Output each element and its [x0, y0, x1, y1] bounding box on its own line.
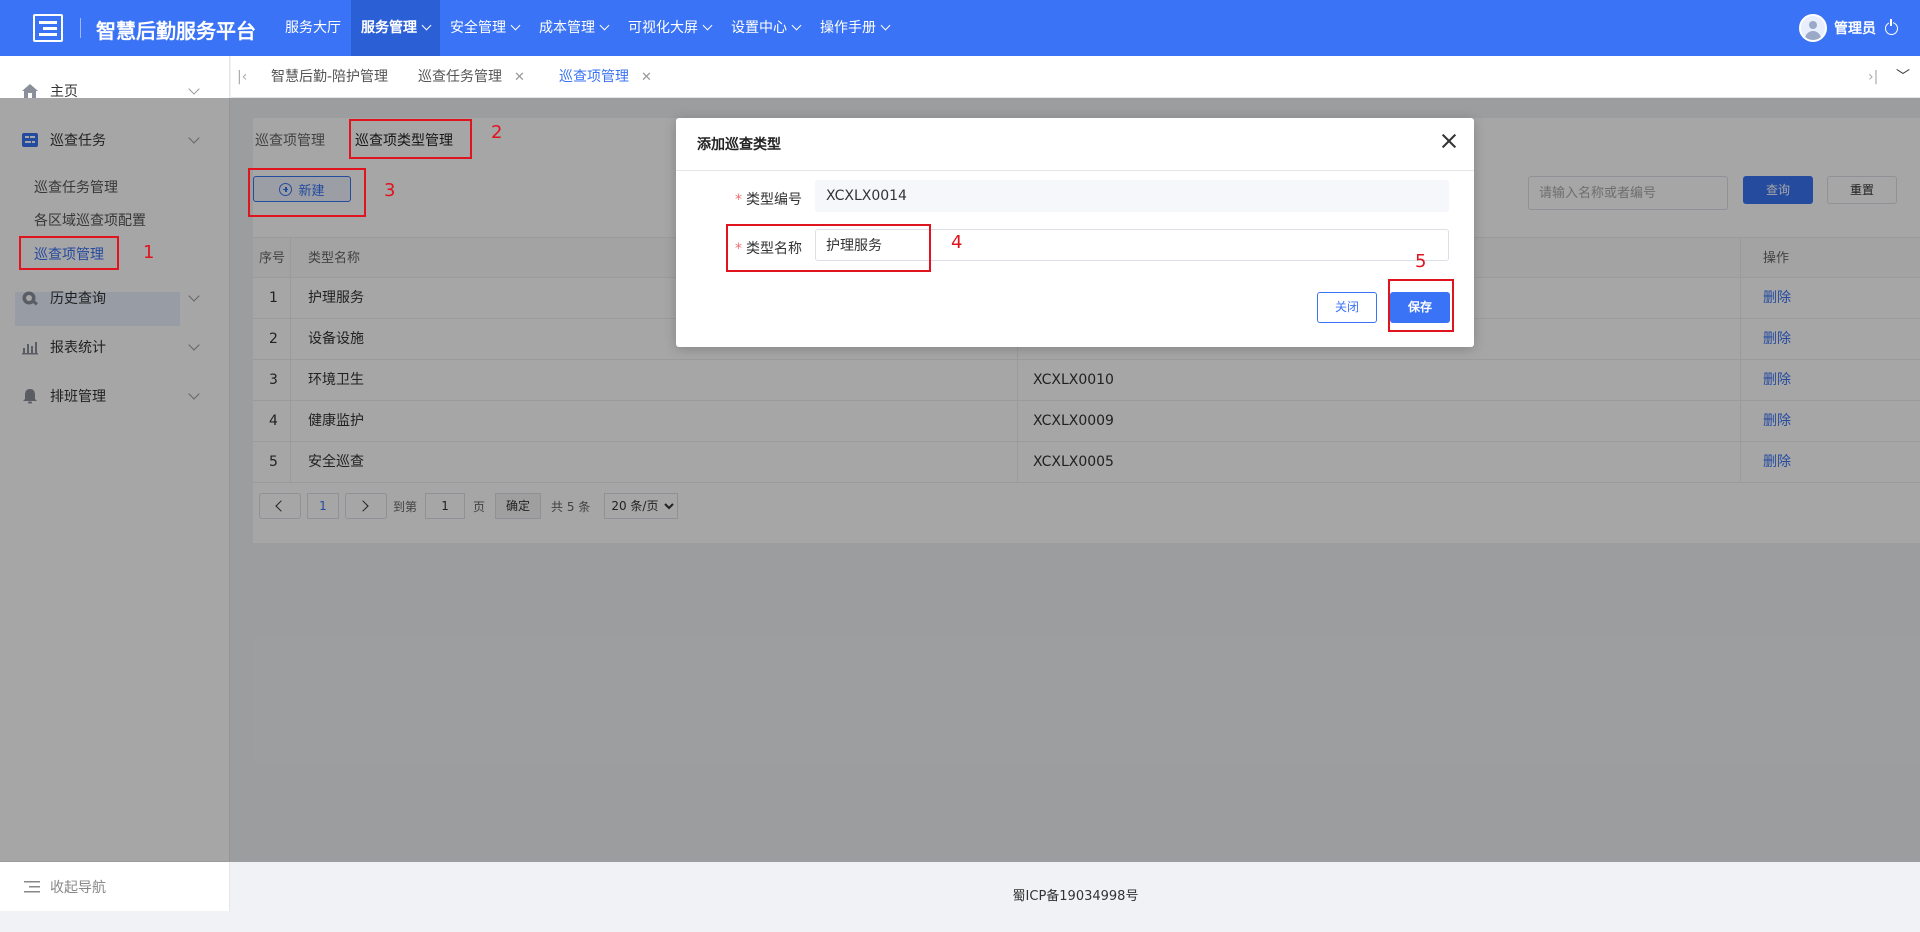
- nav-manual[interactable]: 操作手册: [810, 0, 899, 56]
- chevron-down-icon[interactable]: ﹀: [1896, 56, 1910, 98]
- tab-escort-management[interactable]: 智慧后勤-陪护管理: [271, 56, 388, 98]
- nav-label: 可视化大屏: [628, 20, 698, 36]
- annotation-number: 1: [143, 242, 155, 263]
- nav-visual-screen[interactable]: 可视化大屏: [618, 0, 721, 56]
- main-nav: 服务大厅 服务管理 安全管理 成本管理 可视化大屏 设置中心 操作手册: [275, 0, 899, 56]
- nav-security-management[interactable]: 安全管理: [440, 0, 529, 56]
- app-title: 智慧后勤服务平台: [96, 19, 256, 43]
- nav-cost-management[interactable]: 成本管理: [529, 0, 618, 56]
- annotation-box: [1388, 279, 1454, 332]
- chevron-down-icon: [510, 20, 521, 31]
- dialog-title: 添加巡查类型: [697, 137, 781, 153]
- nav-settings-center[interactable]: 设置中心: [721, 0, 810, 56]
- close-icon[interactable]: [1440, 132, 1458, 150]
- close-button[interactable]: 关闭: [1317, 292, 1377, 323]
- annotation-box: [349, 119, 472, 159]
- tab-task-management[interactable]: 巡查任务管理 ✕: [418, 56, 525, 98]
- nav-label: 设置中心: [731, 20, 787, 36]
- annotation-number: 4: [951, 232, 963, 253]
- type-code-field[interactable]: [815, 180, 1449, 212]
- tabs-prev-icon[interactable]: |‹: [237, 56, 247, 98]
- chevron-down-icon: [880, 20, 891, 31]
- user-menu[interactable]: 管理员: [1799, 14, 1898, 42]
- tab-label: 智慧后勤-陪护管理: [271, 69, 389, 85]
- tabs-next-icon[interactable]: ›|: [1868, 56, 1878, 98]
- tab-label: 巡查任务管理: [418, 69, 502, 85]
- user-name: 管理员: [1834, 21, 1876, 37]
- close-icon[interactable]: ✕: [641, 70, 652, 85]
- nav-label: 成本管理: [539, 20, 595, 36]
- page-tabs: |‹ 智慧后勤-陪护管理 巡查任务管理 ✕ 巡查项管理 ✕ ›| ﹀: [231, 56, 1920, 98]
- collapse-nav-button[interactable]: 收起导航: [0, 861, 230, 911]
- chevron-down-icon: [599, 20, 610, 31]
- logo-icon: [33, 14, 63, 42]
- chevron-down-icon: [791, 20, 802, 31]
- annotation-number: 5: [1415, 251, 1427, 272]
- power-icon[interactable]: [1885, 18, 1898, 35]
- chevron-down-icon: [702, 20, 713, 31]
- nav-service-hall[interactable]: 服务大厅: [275, 0, 351, 56]
- close-icon[interactable]: ✕: [514, 70, 525, 85]
- icp-text: 蜀ICP备19034998号: [1012, 889, 1139, 904]
- collapse-label: 收起导航: [50, 879, 106, 896]
- chevron-down-icon: [421, 20, 432, 31]
- tab-label: 巡查项管理: [559, 69, 629, 85]
- nav-service-management[interactable]: 服务管理: [351, 0, 440, 56]
- nav-label: 安全管理: [450, 20, 506, 36]
- type-code-label-text: 类型编号: [746, 192, 802, 208]
- nav-label: 服务大厅: [285, 20, 341, 36]
- annotation-box: [726, 224, 931, 272]
- required-mark: *: [735, 192, 742, 208]
- annotation-box: [19, 236, 119, 270]
- annotation-number: 2: [491, 122, 503, 143]
- annotation-box: [248, 168, 366, 217]
- tab-patrol-items[interactable]: 巡查项管理 ✕: [559, 56, 652, 98]
- home-icon: [22, 84, 38, 98]
- chevron-down-icon: [188, 83, 200, 95]
- type-code-label: * 类型编号: [735, 189, 802, 209]
- menu-fold-icon: [24, 880, 40, 892]
- footer: 蜀ICP备19034998号: [231, 862, 1920, 911]
- dialog-divider: [676, 170, 1474, 171]
- logo-divider: [80, 18, 81, 38]
- annotation-number: 3: [384, 180, 396, 201]
- nav-label: 操作手册: [820, 20, 876, 36]
- nav-label: 服务管理: [361, 20, 417, 36]
- top-bar: 智慧后勤服务平台 服务大厅 服务管理 安全管理 成本管理 可视化大屏 设置中心 …: [0, 0, 1920, 56]
- avatar: [1799, 14, 1827, 42]
